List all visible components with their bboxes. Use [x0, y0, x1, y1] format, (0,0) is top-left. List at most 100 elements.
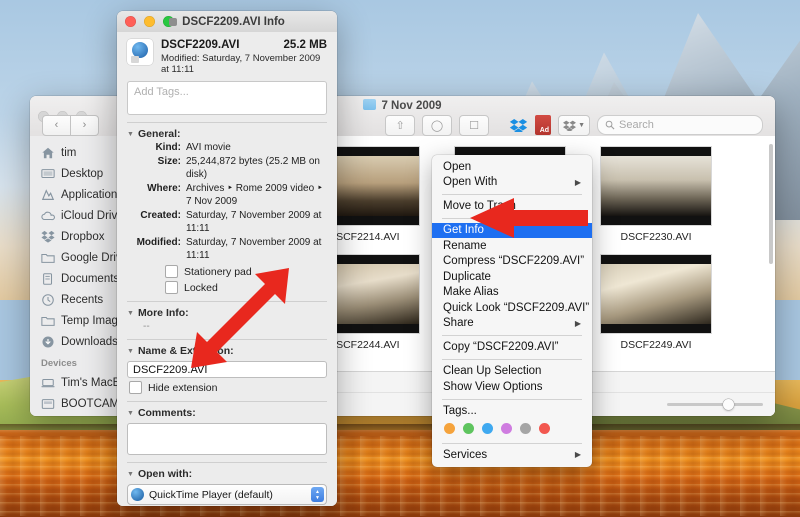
- menu-item-share[interactable]: Share▶: [432, 316, 592, 332]
- info-file-name: DSCF2209.AVI: [161, 39, 239, 51]
- file-thumbnail[interactable]: [600, 254, 712, 334]
- tag-icon[interactable]: ◯: [422, 115, 452, 136]
- tag-color-swatch[interactable]: [444, 423, 455, 434]
- file-label: DSCF2249.AVI: [592, 339, 720, 351]
- search-input[interactable]: Search: [597, 115, 763, 135]
- home-icon: [41, 146, 55, 160]
- file-item[interactable]: DSCF2230.AVI: [592, 146, 720, 248]
- info-modified: Modified: Saturday, 7 November 2009 at 1…: [161, 53, 327, 75]
- file-label: DSCF2230.AVI: [592, 231, 720, 243]
- menu-item-quick-look-dscf2209-avi[interactable]: Quick Look “DSCF2209.AVI”: [432, 300, 592, 316]
- hide-extension-label: Hide extension: [148, 382, 217, 394]
- menu-item-open[interactable]: Open: [432, 159, 592, 175]
- menu-item-copy-dscf2209-avi[interactable]: Copy “DSCF2209.AVI”: [432, 340, 592, 356]
- disclosure-triangle-icon[interactable]: ▼: [127, 471, 134, 478]
- menu-item-tags[interactable]: Tags...: [432, 403, 592, 419]
- menu-item-rename[interactable]: Rename: [432, 238, 592, 254]
- info-window[interactable]: DSCF2209.AVI Info DSCF2209.AVI 25.2 MB M…: [117, 11, 337, 506]
- info-row-key: Where:: [127, 182, 186, 208]
- info-titlebar[interactable]: DSCF2209.AVI Info: [117, 11, 337, 33]
- menu-separator: [442, 443, 582, 444]
- section-name-extension: ▼ Name & Extension: DSCF2209.AVI Hide ex…: [127, 339, 327, 394]
- menu-item-label: Move to Trash: [443, 200, 516, 212]
- disclosure-triangle-icon[interactable]: ▼: [127, 348, 134, 355]
- disclosure-triangle-icon[interactable]: ▼: [127, 131, 134, 138]
- sidebar-item-label: Desktop: [61, 168, 103, 180]
- trash-icon[interactable]: ☐: [459, 115, 489, 136]
- submenu-arrow-icon: ▶: [575, 178, 581, 187]
- section-open-with-header[interactable]: ▼ Open with:: [127, 468, 327, 480]
- sidebar-item-label: Downloads: [61, 336, 118, 348]
- adobe-icon[interactable]: Ad: [535, 115, 551, 135]
- minimize-button[interactable]: [144, 16, 155, 27]
- quicktime-file-icon: [127, 39, 153, 65]
- zoom-button[interactable]: [163, 16, 174, 27]
- menu-item-label: Open With: [443, 176, 497, 188]
- menu-item-compress-dscf2209-avi[interactable]: Compress “DSCF2209.AVI”: [432, 254, 592, 270]
- toolbar-actions[interactable]: ⇧ ◯ ☐ Ad ▼ Search: [385, 115, 775, 136]
- menu-separator: [442, 399, 582, 400]
- checkbox-icon[interactable]: [165, 281, 178, 294]
- menu-item-label: Open: [443, 161, 471, 173]
- locked-checkbox[interactable]: Locked: [165, 281, 327, 294]
- back-button[interactable]: ‹: [42, 115, 71, 136]
- menu-item-services[interactable]: Services▶: [432, 447, 592, 463]
- icon-size-slider[interactable]: [667, 403, 763, 406]
- add-tags-input[interactable]: Add Tags...: [127, 81, 327, 115]
- tag-color-swatch[interactable]: [501, 423, 512, 434]
- menu-item-show-view-options[interactable]: Show View Options: [432, 379, 592, 395]
- context-menu[interactable]: Open Open With ▶ Move to Trash Get InfoRenam…: [432, 155, 592, 467]
- disclosure-triangle-icon[interactable]: ▼: [127, 310, 134, 317]
- comments-field[interactable]: [127, 423, 327, 455]
- checkbox-icon[interactable]: [165, 265, 178, 278]
- dropbox-icon: [41, 230, 55, 244]
- menu-item-clean-up-selection[interactable]: Clean Up Selection: [432, 364, 592, 380]
- menu-item-label: Quick Look “DSCF2209.AVI”: [443, 302, 589, 314]
- menu-item-label: Rename: [443, 240, 486, 252]
- disclosure-triangle-icon[interactable]: ▼: [127, 410, 134, 417]
- file-thumbnail[interactable]: [600, 146, 712, 226]
- tag-color-swatch[interactable]: [520, 423, 531, 434]
- section-open-with: ▼ Open with: QuickTime Player (default) …: [127, 462, 327, 506]
- stationery-pad-checkbox[interactable]: Stationery pad: [165, 265, 327, 278]
- menu-item-duplicate[interactable]: Duplicate: [432, 269, 592, 285]
- cloud-icon: [41, 209, 55, 223]
- tag-color-swatch[interactable]: [463, 423, 474, 434]
- tag-color-swatch[interactable]: [482, 423, 493, 434]
- menu-item-make-alias[interactable]: Make Alias: [432, 285, 592, 301]
- disk-icon: [41, 397, 55, 411]
- hide-extension-checkbox[interactable]: Hide extension: [129, 381, 327, 394]
- section-name-extension-header[interactable]: ▼ Name & Extension:: [127, 345, 327, 357]
- share-icon[interactable]: ⇧: [385, 115, 415, 136]
- info-file-size: 25.2 MB: [284, 39, 327, 51]
- menu-item-open-with[interactable]: Open With ▶: [432, 175, 592, 191]
- forward-button[interactable]: ›: [71, 115, 99, 136]
- sidebar-item-label: tim: [61, 147, 76, 159]
- info-row-key: Kind:: [127, 141, 186, 154]
- menu-item-label: Share: [443, 317, 474, 329]
- dropbox-icon[interactable]: [509, 119, 528, 132]
- tag-color-swatch[interactable]: [539, 423, 550, 434]
- menu-item-move-to-trash[interactable]: Move to Trash: [432, 199, 592, 215]
- file-item[interactable]: DSCF2249.AVI: [592, 254, 720, 351]
- nav-buttons[interactable]: ‹ ›: [42, 115, 99, 136]
- section-general-header[interactable]: ▼ General:: [127, 128, 327, 140]
- menu-item-label: Tags...: [443, 405, 477, 417]
- dropdown-stepper-icon[interactable]: ▲▼: [311, 487, 324, 502]
- tag-color-swatches[interactable]: [432, 419, 592, 439]
- info-title-text: DSCF2209.AVI Info: [182, 16, 285, 28]
- menu-item-label: Copy “DSCF2209.AVI”: [443, 341, 558, 353]
- checkbox-icon[interactable]: [129, 381, 142, 394]
- dropbox-menu-icon[interactable]: ▼: [558, 115, 590, 136]
- section-more-info-header[interactable]: ▼ More Info:: [127, 307, 327, 319]
- menu-item-label: Make Alias: [443, 286, 499, 298]
- close-button[interactable]: [125, 16, 136, 27]
- info-header: DSCF2209.AVI 25.2 MB Modified: Saturday,…: [127, 32, 327, 81]
- section-comments-header[interactable]: ▼ Comments:: [127, 407, 327, 419]
- open-with-dropdown[interactable]: QuickTime Player (default) ▲▼: [127, 484, 327, 505]
- menu-item-label: Services: [443, 449, 487, 461]
- file-name-field[interactable]: DSCF2209.AVI: [127, 361, 327, 378]
- menu-item-get-info[interactable]: Get Info: [432, 223, 592, 239]
- vertical-scrollbar[interactable]: [769, 144, 773, 264]
- info-window-controls[interactable]: [117, 16, 174, 27]
